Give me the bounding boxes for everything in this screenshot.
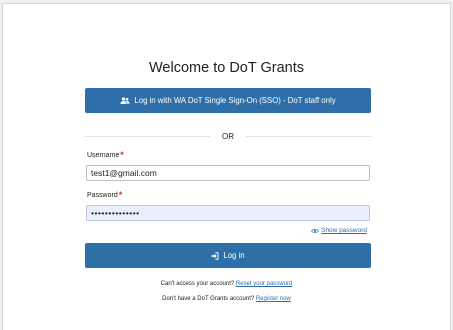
register-link[interactable]: Register now bbox=[256, 296, 291, 302]
eye-icon bbox=[311, 228, 320, 234]
reset-password-line: Can't access your account? Reset your pa… bbox=[3, 281, 450, 287]
password-label-text: Password bbox=[87, 192, 118, 199]
password-input[interactable] bbox=[86, 205, 370, 221]
login-button[interactable]: Log in bbox=[85, 243, 371, 268]
required-mark: * bbox=[118, 190, 123, 200]
register-line: Don't have a DoT Grants account? Registe… bbox=[3, 296, 450, 302]
required-mark: * bbox=[120, 150, 124, 160]
login-card: Welcome to DoT Grants Log in with WA DoT… bbox=[2, 3, 451, 330]
username-label: Username* bbox=[87, 150, 124, 160]
divider-line-left bbox=[85, 135, 210, 137]
or-text: OR bbox=[222, 131, 234, 141]
page-title: Welcome to DoT Grants bbox=[149, 60, 304, 76]
username-label-text: Username bbox=[87, 152, 120, 159]
sign-in-icon bbox=[211, 251, 219, 260]
sso-login-button[interactable]: Log in with WA DoT Single Sign-On (SSO) … bbox=[85, 88, 371, 113]
access-text: Can't access your account? bbox=[160, 281, 235, 287]
reset-password-link[interactable]: Reset your password bbox=[236, 281, 292, 287]
password-label: Password* bbox=[87, 190, 123, 200]
sso-button-label: Log in with WA DoT Single Sign-On (SSO) … bbox=[134, 96, 336, 105]
show-password-label: Show password bbox=[321, 227, 367, 234]
login-button-label: Log in bbox=[223, 251, 245, 260]
username-input[interactable] bbox=[86, 165, 370, 181]
users-icon bbox=[120, 96, 130, 105]
or-divider: OR bbox=[85, 131, 371, 141]
account-text: Don't have a DoT Grants account? bbox=[162, 296, 255, 302]
divider-line-right bbox=[246, 135, 371, 137]
show-password-toggle[interactable]: Show password bbox=[311, 227, 367, 234]
